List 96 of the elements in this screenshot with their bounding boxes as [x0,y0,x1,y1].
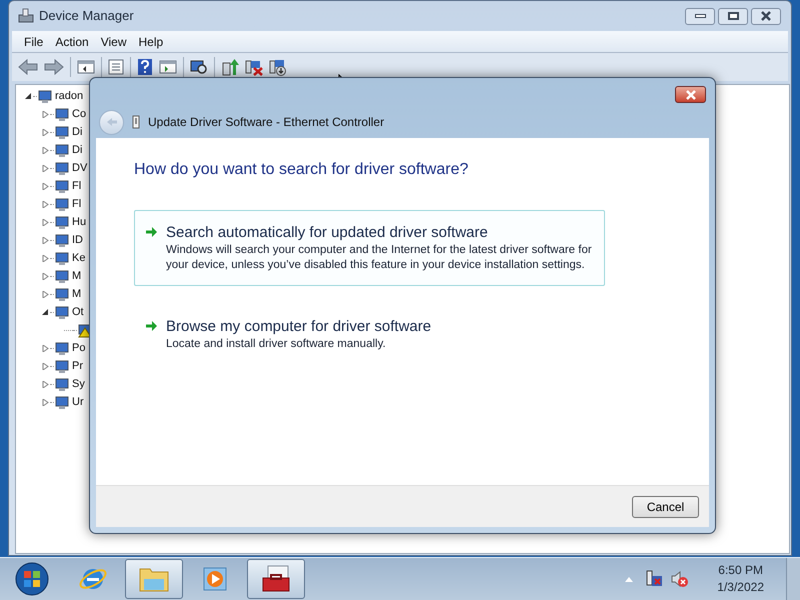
back-button[interactable] [99,110,124,134]
arrow-icon [145,226,158,238]
device-icon [54,376,70,392]
collapse-arrow[interactable] [24,92,33,100]
tree-item[interactable]: radon [55,90,84,102]
device-icon [54,196,70,212]
minimize-button[interactable] [685,8,715,24]
back-arrow-icon[interactable] [18,59,38,75]
tree-item[interactable]: Co [72,108,86,120]
device-icon [54,250,70,266]
ethernet-port-icon [132,115,140,129]
device-icon [54,178,70,194]
expand-arrow[interactable] [41,146,50,154]
disable-device-icon[interactable] [245,58,263,76]
expand-arrow[interactable] [41,164,50,172]
help-icon[interactable] [137,58,153,76]
tree-item[interactable]: Ur [72,396,84,408]
maximize-button[interactable] [718,8,748,24]
tree-item[interactable]: Po [72,342,86,354]
menu-item[interactable]: File [20,32,48,50]
device-icon [54,286,70,302]
expand-arrow[interactable] [41,236,50,244]
device-icon [54,358,70,374]
tree-item[interactable]: ID [72,234,83,246]
device-icon [54,214,70,230]
dialog-title: Update Driver Software - Ethernet Controller [148,114,384,131]
expand-arrow[interactable] [41,272,50,280]
scan-hardware-icon[interactable] [190,58,208,76]
option-link[interactable] [134,210,605,286]
device-icon [54,304,70,320]
device-icon [54,160,70,176]
enable-device-icon[interactable] [269,58,287,76]
console-tree-icon[interactable] [77,59,95,75]
expand-arrow[interactable] [41,218,50,226]
device-icon [54,394,70,410]
tree-item[interactable]: Fl [72,198,82,210]
tree-item[interactable]: Hu [72,216,86,228]
collapse-arrow[interactable] [41,308,50,316]
tree-item[interactable]: Ot [72,306,84,318]
tree-item[interactable]: Di [72,126,82,138]
speaker-muted-icon[interactable] [671,570,690,588]
tree-item[interactable]: M [72,270,82,282]
folder-taskbar-button[interactable] [125,559,183,599]
play-icon [201,565,229,593]
expand-arrow[interactable] [41,128,50,136]
device-icon [54,106,70,122]
device-icon [54,268,70,284]
update-driver-icon[interactable] [221,58,239,76]
expand-arrow[interactable] [41,254,50,262]
option-description: Locate and install driver software manually. [166,337,387,352]
expand-arrow[interactable] [41,344,50,352]
cancel-button[interactable]: Cancel [632,496,699,518]
device-icon [54,340,70,356]
network-icon[interactable] [645,570,664,588]
option-link[interactable]: Browse my computer for driver software Locate and install driver software manually. [134,304,605,365]
expand-arrow[interactable] [41,290,50,298]
expand-arrow[interactable] [41,380,50,388]
clock[interactable]: 6:50 PM 1/3/2022 [717,562,764,596]
toolbox-icon [260,564,292,594]
close-button[interactable] [751,8,781,24]
tree-item[interactable]: Sy [72,378,85,390]
dialog-heading: How do you want to search for driver software? [134,160,470,180]
menu-item[interactable]: Action [51,32,93,50]
device-icon [54,232,70,248]
properties-icon[interactable] [108,59,124,75]
back-arrow-icon [106,117,118,127]
option-description: Windows will search your computer and the Internet for the latest driver software for your device, unless you’ve disabled this feature in your device installation settings. [166,243,593,273]
menu-item[interactable]: Help [134,32,168,50]
device-manager-icon [17,8,35,24]
expand-arrow[interactable] [41,398,50,406]
tree-item[interactable]: M [72,288,82,300]
expand-arrow[interactable] [41,362,50,370]
show-hidden-icons-icon[interactable] [625,576,634,582]
device-icon [54,142,70,158]
window-title: Device Manager [39,7,134,26]
device-icon [54,124,70,140]
toolbox-taskbar-button[interactable] [247,559,305,599]
expand-arrow[interactable] [41,110,50,118]
forward-arrow-icon[interactable] [44,59,64,75]
close-icon [684,90,696,100]
tree-item[interactable]: DV [72,162,88,174]
tree-item[interactable]: Pr [72,360,83,372]
device-icon [37,88,53,104]
tree-item[interactable]: Di [72,144,82,156]
menu-item[interactable]: View [96,32,130,50]
close-icon [760,11,772,21]
close-button[interactable] [675,86,706,103]
expand-arrow[interactable] [41,200,50,208]
expand-arrow[interactable] [41,182,50,190]
action-pane-icon[interactable] [159,59,177,75]
arrow-icon [145,320,158,332]
windows-logo-icon [15,562,49,596]
option-title: Browse my computer for driver software [166,317,432,336]
option-title: Search automatically for updated driver software [166,223,489,242]
tree-item[interactable]: Ke [72,252,86,264]
tree-item[interactable]: Fl [72,180,82,192]
